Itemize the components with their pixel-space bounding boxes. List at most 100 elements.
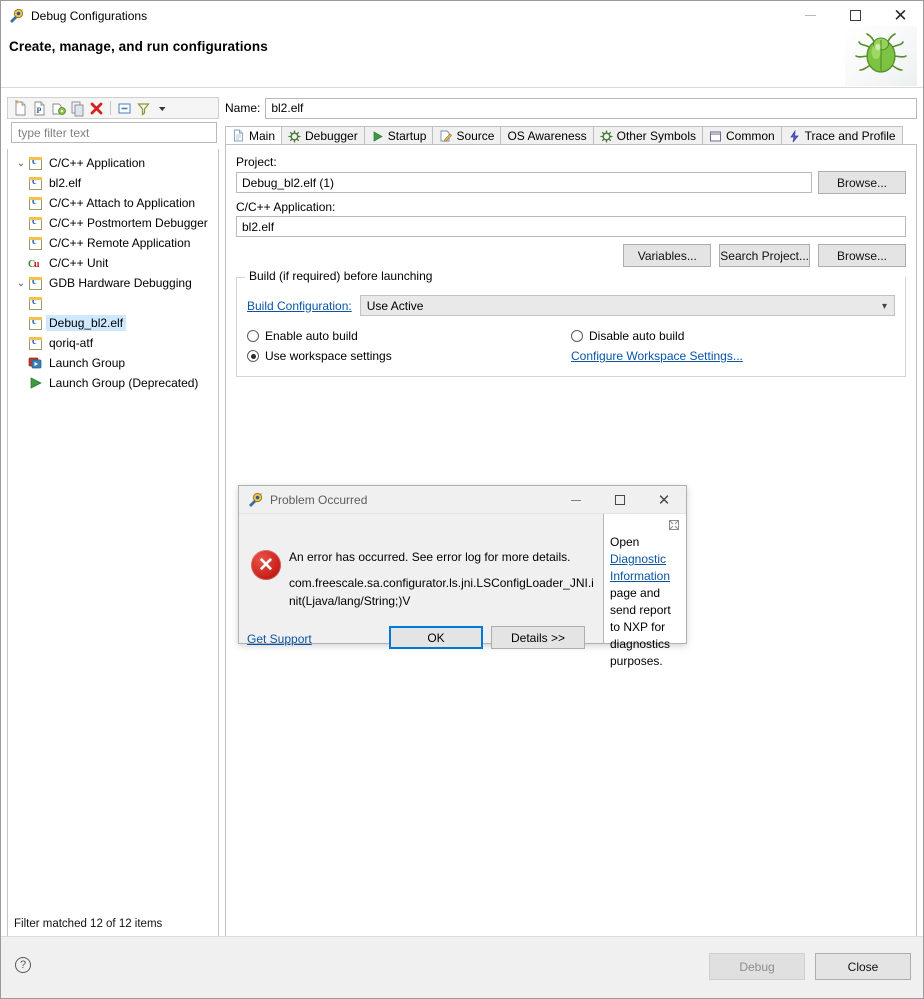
- project-browse-button[interactable]: Browse...: [818, 171, 906, 194]
- tree-item-label: C/C++ Application: [49, 156, 146, 170]
- tree-item-qoriq-atf[interactable]: qoriq-atf: [8, 333, 218, 353]
- window-title: Debug Configurations: [31, 8, 148, 23]
- tree-item-bl2-elf[interactable]: bl2.elf: [8, 173, 218, 193]
- name-input[interactable]: bl2.elf: [265, 97, 917, 119]
- filter-icon[interactable]: [135, 100, 152, 117]
- delete-icon[interactable]: [88, 100, 105, 117]
- tab-label: OS Awareness: [507, 129, 587, 143]
- tree-item-label: C/C++ Unit: [49, 256, 109, 270]
- dialog-window-controls: ✕: [554, 486, 686, 514]
- filter-input[interactable]: type filter text: [11, 122, 217, 143]
- close-button[interactable]: Close: [815, 953, 911, 980]
- c-cpp-icon: [28, 236, 44, 250]
- dialog-maximize-button[interactable]: [598, 486, 642, 514]
- tab-startup[interactable]: Startup: [363, 126, 434, 145]
- debug-configurations-window: Debug Configurations ✕ Create, manage, a…: [0, 0, 924, 999]
- duplicate-icon[interactable]: [69, 100, 86, 117]
- tree-item-gdb-hardware-debugging[interactable]: ⌄ GDB Hardware Debugging: [8, 273, 218, 293]
- get-support-link[interactable]: Get Support: [247, 632, 312, 646]
- minimize-button[interactable]: [788, 1, 833, 30]
- radio-indicator: [247, 330, 259, 342]
- tree-item-launch-group-deprecated[interactable]: Launch Group (Deprecated): [8, 373, 218, 393]
- dialog-message: An error has occurred. See error log for…: [289, 548, 599, 611]
- tree-item-c-cpp-postmortem-debugger[interactable]: C/C++ Postmortem Debugger: [8, 213, 218, 233]
- dialog-minimize-button[interactable]: [554, 486, 598, 514]
- diagnostic-information-link[interactable]: Diagnostic Information: [610, 552, 670, 583]
- name-value: bl2.elf: [271, 101, 304, 115]
- new-prototype-icon[interactable]: P: [31, 100, 48, 117]
- launch-configurations-tree[interactable]: ⌄ C/C++ Application bl2.elf C/C++ Attach…: [7, 149, 219, 937]
- filter-placeholder: type filter text: [18, 125, 90, 140]
- tree-item-label: qoriq-atf: [49, 336, 94, 350]
- export-configuration-icon[interactable]: [50, 100, 67, 117]
- tab-common[interactable]: Common: [701, 126, 782, 145]
- build-configuration-select[interactable]: Use Active ▾: [359, 295, 895, 316]
- tree-item-launch-group[interactable]: Launch Group: [8, 353, 218, 373]
- help-question-icon[interactable]: ?: [15, 957, 31, 973]
- view-menu-chevron-icon[interactable]: [154, 100, 171, 117]
- tab-label: Main: [249, 128, 276, 143]
- tab-trace-and-profile[interactable]: Trace and Profile: [780, 126, 903, 145]
- tree-toolbar: P: [7, 97, 219, 119]
- tab-debugger[interactable]: Debugger: [281, 126, 365, 145]
- configure-workspace-settings-row: Configure Workspace Settings...: [571, 346, 895, 366]
- configuration-tabs: Main Debugger Startup Source OS Awarenes…: [225, 125, 917, 145]
- launch-configurations-panel: P type filter text ⌄ c C/C++ Application…: [7, 97, 219, 937]
- c-cpp-icon: [28, 156, 44, 170]
- debug-configurations-icon: [8, 8, 24, 24]
- twisty-icon[interactable]: ⌄: [14, 158, 28, 169]
- launch-group-deprecated-icon: [28, 376, 44, 390]
- diagnostic-side-panel: Open Diagnostic Information page and sen…: [603, 514, 686, 668]
- debug-button[interactable]: Debug: [709, 953, 805, 980]
- radio-disable-auto-build[interactable]: Disable auto build: [571, 326, 895, 346]
- toolbar-separator: [110, 101, 111, 115]
- tab-label: Startup: [387, 129, 427, 143]
- tree-item-debug-bl2-elf[interactable]: Debug_bl2.elf: [8, 313, 218, 333]
- tab-os-awareness[interactable]: OS Awareness: [500, 126, 594, 145]
- tab-other-symbols[interactable]: Other Symbols: [592, 126, 703, 145]
- tab-label: Common: [725, 129, 775, 143]
- dialog-close-button[interactable]: ✕: [642, 486, 686, 514]
- application-input[interactable]: bl2.elf: [236, 216, 906, 237]
- side-text-before: Open: [610, 535, 640, 549]
- search-project-button[interactable]: Search Project...: [719, 244, 810, 267]
- c-cpp-icon: [28, 216, 44, 230]
- tree-item-c-cpp-remote-application[interactable]: C/C++ Remote Application: [8, 233, 218, 253]
- tree-item-label: Launch Group: [49, 356, 126, 370]
- configure-workspace-settings-link[interactable]: Configure Workspace Settings...: [571, 349, 743, 363]
- project-input[interactable]: Debug_bl2.elf (1): [236, 172, 812, 193]
- footer-buttons: Debug Close: [709, 953, 911, 980]
- tab-main[interactable]: Main: [225, 126, 283, 145]
- tree-item-c-cpp-application[interactable]: ⌄ C/C++ Application: [8, 153, 218, 173]
- tree-item-c-cpp-unit[interactable]: C u C/C++ Unit: [8, 253, 218, 273]
- variables-button[interactable]: Variables...: [623, 244, 712, 267]
- radio-indicator: [571, 330, 583, 342]
- dialog-body: P type filter text ⌄ c C/C++ Application…: [1, 89, 923, 998]
- launch-group-icon: [28, 356, 44, 370]
- dialog-buttons: OK Details >>: [389, 626, 585, 649]
- radio-enable-auto-build[interactable]: Enable auto build: [247, 326, 571, 346]
- tree-item-c-cpp-attach-to-application[interactable]: C/C++ Attach to Application: [8, 193, 218, 213]
- build-configuration-link[interactable]: Build Configuration:: [247, 299, 352, 313]
- radio-indicator-selected: [247, 350, 259, 362]
- application-browse-button[interactable]: Browse...: [818, 244, 906, 267]
- application-label: C/C++ Application:: [236, 200, 336, 214]
- new-launch-configuration-icon[interactable]: [12, 99, 29, 117]
- side-text-after: page and send report to NXP for diagnost…: [610, 586, 671, 669]
- svg-text:u: u: [34, 259, 40, 270]
- tree-item-unnamed[interactable]: [8, 293, 218, 313]
- details-button[interactable]: Details >>: [491, 626, 585, 649]
- collapse-all-icon[interactable]: [116, 100, 133, 117]
- problem-occurred-dialog: Problem Occurred ✕ ✕ An error has occurr…: [238, 485, 687, 668]
- tab-source[interactable]: Source: [432, 126, 502, 145]
- build-configuration-row: Build Configuration: Use Active ▾: [247, 295, 895, 316]
- page-title: Create, manage, and run configurations: [9, 39, 268, 54]
- restore-panel-icon[interactable]: [668, 519, 680, 531]
- application-button-row: Variables... Search Project... Browse...: [236, 244, 906, 267]
- radio-label: Use workspace settings: [265, 349, 392, 363]
- radio-use-workspace-settings[interactable]: Use workspace settings: [247, 346, 571, 366]
- ok-button[interactable]: OK: [389, 626, 483, 649]
- svg-text:P: P: [37, 106, 42, 115]
- tree-item-label: C/C++ Remote Application: [49, 236, 191, 250]
- twisty-icon[interactable]: ⌄: [14, 278, 28, 289]
